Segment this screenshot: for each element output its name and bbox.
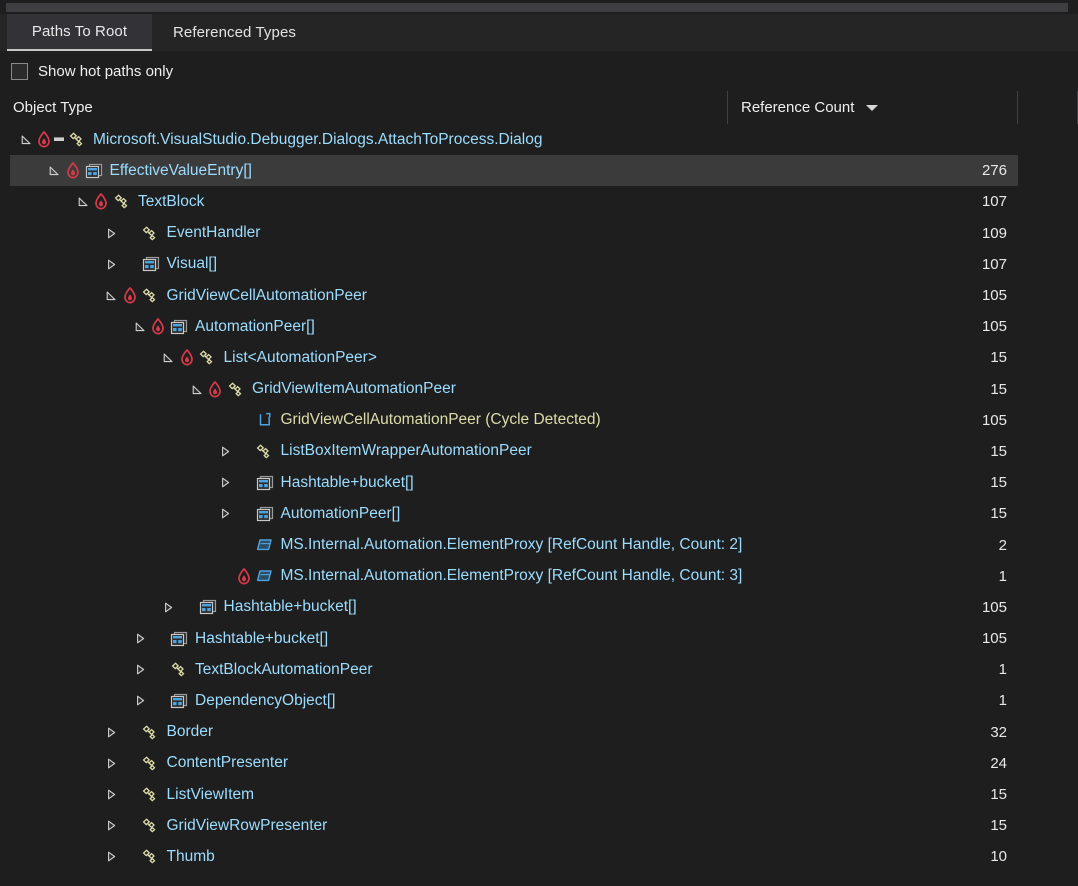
tree-row[interactable]: GridViewItemAutomationPeer15 [0,374,1078,405]
reference-count-value: 15 [0,498,1007,529]
tree-row[interactable]: ListBoxItemWrapperAutomationPeer15 [0,436,1078,467]
tree-row[interactable]: Border32 [0,717,1078,748]
horizontal-splitter-bar[interactable] [0,0,1078,14]
tree-row[interactable]: Thumb10 [0,841,1078,872]
tree-row[interactable]: GridViewRowPresenter15 [0,810,1078,841]
reference-count-value: 1 [0,561,1007,592]
reference-count-value: 15 [0,467,1007,498]
tree-row[interactable]: GridViewCellAutomationPeer (Cycle Detect… [0,405,1078,436]
tree-row[interactable]: MS.Internal.Automation.ElementProxy [Ref… [0,561,1078,592]
reference-count-value: 2 [0,529,1007,560]
splitter-track[interactable] [6,3,1068,12]
reference-count-value: 105 [0,405,1007,436]
reference-count-value: 24 [0,748,1007,779]
reference-count-value: 32 [0,717,1007,748]
reference-count-value: 107 [0,249,1007,280]
tree-row[interactable]: AutomationPeer[]15 [0,498,1078,529]
tree-row[interactable]: List<AutomationPeer>15 [0,342,1078,373]
reference-count-value: 105 [0,623,1007,654]
column-header-object-type[interactable]: Object Type [0,91,728,124]
tree-row[interactable]: EventHandler109 [0,218,1078,249]
tree-row[interactable]: EffectiveValueEntry[]276 [0,155,1078,186]
show-hot-paths-label: Show hot paths only [38,63,173,80]
show-hot-paths-checkbox[interactable] [11,63,28,80]
tree-row[interactable]: TextBlockAutomationPeer1 [0,654,1078,685]
grid-column-header: Object Type Reference Count [0,91,1078,125]
tab-strip: Paths To RootReferenced Types [0,14,1078,52]
reference-count-value: 15 [0,342,1007,373]
tree-row[interactable]: Hashtable+bucket[]105 [0,623,1078,654]
tree-row[interactable]: ListViewItem15 [0,779,1078,810]
reference-count-value: 15 [0,810,1007,841]
tree-row[interactable]: Hashtable+bucket[]105 [0,592,1078,623]
tree-row[interactable]: Visual[]107 [0,249,1078,280]
reference-count-value: 10 [0,841,1007,872]
tree-row[interactable]: DependencyObject[]1 [0,685,1078,716]
tree-row[interactable]: Hashtable+bucket[]15 [0,467,1078,498]
reference-count-value: 109 [0,218,1007,249]
paths-to-root-panel: Paths To RootReferenced Types Show hot p… [0,0,1078,886]
options-row: Show hot paths only [0,51,1078,92]
tree-row[interactable]: MS.Internal.Automation.ElementProxy [Ref… [0,529,1078,560]
column-header-label: Object Type [13,99,93,116]
reference-count-value: 15 [0,374,1007,405]
reference-count-value [0,124,1007,155]
reference-count-value: 107 [0,186,1007,217]
sort-descending-icon [866,105,878,111]
tree-row[interactable]: Microsoft.VisualStudio.Debugger.Dialogs.… [0,124,1078,155]
reference-count-value: 15 [0,779,1007,810]
object-type-tree[interactable]: Microsoft.VisualStudio.Debugger.Dialogs.… [0,124,1078,886]
tree-row[interactable]: GridViewCellAutomationPeer105 [0,280,1078,311]
reference-count-value: 105 [0,592,1007,623]
tab-referenced-types[interactable]: Referenced Types [152,14,317,51]
tree-row[interactable]: ContentPresenter24 [0,748,1078,779]
reference-count-value: 105 [0,280,1007,311]
tab-paths-to-root[interactable]: Paths To Root [7,14,152,51]
tree-row[interactable]: TextBlock107 [0,186,1078,217]
column-header-reference-count[interactable]: Reference Count [728,91,1018,124]
column-header-spacer[interactable] [1018,91,1078,124]
reference-count-value: 1 [0,685,1007,716]
tree-row[interactable]: AutomationPeer[]105 [0,311,1078,342]
reference-count-value: 105 [0,311,1007,342]
reference-count-value: 276 [0,155,1007,186]
reference-count-value: 1 [0,654,1007,685]
reference-count-value: 15 [0,436,1007,467]
column-header-label: Reference Count [741,99,854,116]
